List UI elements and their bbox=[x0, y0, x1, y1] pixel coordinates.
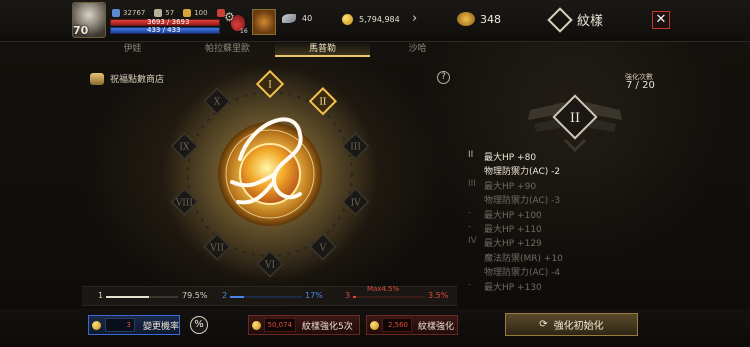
enhance-label: 紋樣強化 bbox=[418, 321, 455, 332]
emblem-gem bbox=[239, 143, 301, 205]
bar1-index: 1 bbox=[98, 291, 104, 300]
stat-a-value: 32767 bbox=[123, 9, 146, 17]
shop-label: 祝福點數商店 bbox=[110, 75, 165, 85]
gold-currency: 5,794,984 bbox=[342, 14, 400, 25]
enhance-count-value: 7 / 20 bbox=[626, 80, 655, 91]
bar2-fill bbox=[230, 296, 245, 298]
gold-coin-icon bbox=[252, 320, 261, 330]
wheel-node-numeral: II bbox=[319, 98, 327, 108]
enhance-cost: 2,560 bbox=[382, 318, 412, 332]
stat-group: 32767 57 100 bbox=[112, 9, 225, 17]
stat-line: 物理防禦力(AC) -2 bbox=[484, 167, 561, 178]
stat-line: II 最大HP +80 bbox=[468, 150, 537, 163]
crest-tail bbox=[563, 138, 587, 153]
close-button[interactable]: ✕ bbox=[652, 11, 670, 29]
enhance-5x-label: 紋樣強化5次 bbox=[302, 321, 353, 332]
tab-eva[interactable]: 伊娃 bbox=[85, 42, 180, 57]
hp-value: 3693 / 3693 bbox=[147, 18, 190, 26]
enhance-button[interactable]: 2,560 紋樣強化 bbox=[366, 315, 458, 335]
enhance-5x-button[interactable]: 50,074 紋樣強化5次 bbox=[248, 315, 360, 335]
feather-icon bbox=[282, 14, 296, 23]
diamond-amount: 348 bbox=[480, 12, 501, 26]
feather-currency: 40 bbox=[282, 14, 312, 23]
stat-line: 魔法防禦(MR) +10 bbox=[484, 253, 563, 264]
tab-maple[interactable]: 馬普勒 bbox=[275, 42, 370, 57]
bar1-value: 79.5% bbox=[182, 291, 208, 300]
bar3-fill bbox=[353, 296, 356, 298]
bar3-index: 3 bbox=[345, 291, 351, 300]
bar3-track bbox=[353, 296, 425, 298]
laurel-coin-icon bbox=[457, 12, 475, 26]
potion-count: 16 bbox=[240, 28, 248, 35]
reset-enhance-button[interactable]: ⟳ 強化初始化 bbox=[505, 313, 638, 336]
max-probability-label: Max4.5% bbox=[367, 285, 400, 293]
bar2-value: 17% bbox=[305, 291, 323, 300]
stat-line: 物理防禦力(AC) -4 bbox=[484, 268, 561, 279]
cup-icon bbox=[183, 9, 192, 17]
stat-line: 物理防禦力(AC) -3 bbox=[484, 196, 561, 207]
gold-amount: 5,794,984 bbox=[359, 15, 400, 24]
wheel-node-numeral: X bbox=[214, 98, 221, 108]
tab-bar: 伊娃 帕拉蘇里歐 馬普勒 沙哈 bbox=[85, 42, 465, 57]
mp-bar: 433 / 433 bbox=[110, 26, 220, 34]
probability-info-button[interactable]: % bbox=[190, 316, 208, 334]
laurel-coin-icon bbox=[92, 320, 101, 330]
top-bar: 70 32767 57 100 3693 / 3693 433 / 433 ⚙ … bbox=[0, 0, 750, 42]
stat-b-value: 57 bbox=[165, 9, 175, 17]
crest-emblem-icon bbox=[547, 6, 573, 33]
wheel-node-numeral: VII bbox=[209, 243, 224, 253]
wheel-node-numeral: IX bbox=[179, 143, 190, 153]
character-level: 70 bbox=[73, 24, 89, 37]
menu-title-text: 紋樣 bbox=[577, 14, 604, 29]
wheel-node-numeral: VI bbox=[264, 261, 275, 271]
shield-icon bbox=[112, 9, 120, 17]
change-probability-cost: 3 bbox=[105, 318, 135, 332]
help-icon[interactable]: ? bbox=[437, 71, 450, 84]
wheel-node-numeral: VIII bbox=[175, 198, 194, 208]
reset-label: 強化初始化 bbox=[553, 321, 604, 332]
quick-item-slot[interactable] bbox=[252, 9, 276, 35]
bar2-index: 2 bbox=[222, 291, 228, 300]
shop-bag-icon bbox=[90, 72, 104, 85]
sword-icon bbox=[154, 9, 163, 17]
gold-coin-icon bbox=[370, 320, 379, 330]
bar1-fill bbox=[106, 296, 150, 298]
rank-crest: II bbox=[528, 94, 622, 153]
change-probability-label: 變更機率 bbox=[143, 321, 180, 332]
stat-c-value: 100 bbox=[194, 9, 208, 17]
stat-line: - 最大HP +100 bbox=[468, 207, 542, 221]
chevron-right-icon[interactable]: › bbox=[412, 11, 417, 26]
wheel-node-numeral: I bbox=[268, 81, 272, 91]
stat-line: - 最大HP +110 bbox=[468, 221, 542, 235]
enhance-stat-list: II 最大HP +80 物理防禦力(AC) -2 III 最大HP +90 物理防禦… bbox=[468, 150, 728, 294]
enhance-5x-cost: 50,074 bbox=[264, 318, 296, 332]
crest-numeral: II bbox=[570, 111, 580, 126]
stat-line: IV 最大HP +129 bbox=[468, 236, 542, 250]
reset-icon: ⟳ bbox=[539, 319, 548, 330]
wheel-node-numeral: IV bbox=[351, 198, 362, 208]
wheel-node-numeral: V bbox=[319, 243, 327, 253]
mp-value: 433 / 433 bbox=[147, 26, 181, 34]
change-probability-button[interactable]: 3 變更機率 bbox=[88, 315, 180, 335]
pattern-wheel: IIIIIIIVVVIVIIVIIIIXX bbox=[162, 66, 378, 282]
diamond-currency: 348 bbox=[457, 12, 501, 26]
blessing-shop-link[interactable]: 祝福點數商店 bbox=[90, 72, 164, 85]
bar3-value: 3.5% bbox=[428, 291, 449, 300]
stat-line: III 最大HP +90 bbox=[468, 178, 537, 192]
tab-paraslio[interactable]: 帕拉蘇里歐 bbox=[180, 42, 275, 57]
menu-title: 紋樣 bbox=[547, 6, 604, 33]
wheel-node-numeral: III bbox=[350, 143, 361, 153]
tab-sahar[interactable]: 沙哈 bbox=[370, 42, 465, 57]
gold-coin-icon bbox=[342, 14, 353, 25]
stat-line: - 最大HP +130 bbox=[468, 279, 542, 293]
feather-amount: 40 bbox=[302, 14, 313, 23]
hp-bar: 3693 / 3693 bbox=[110, 18, 220, 26]
